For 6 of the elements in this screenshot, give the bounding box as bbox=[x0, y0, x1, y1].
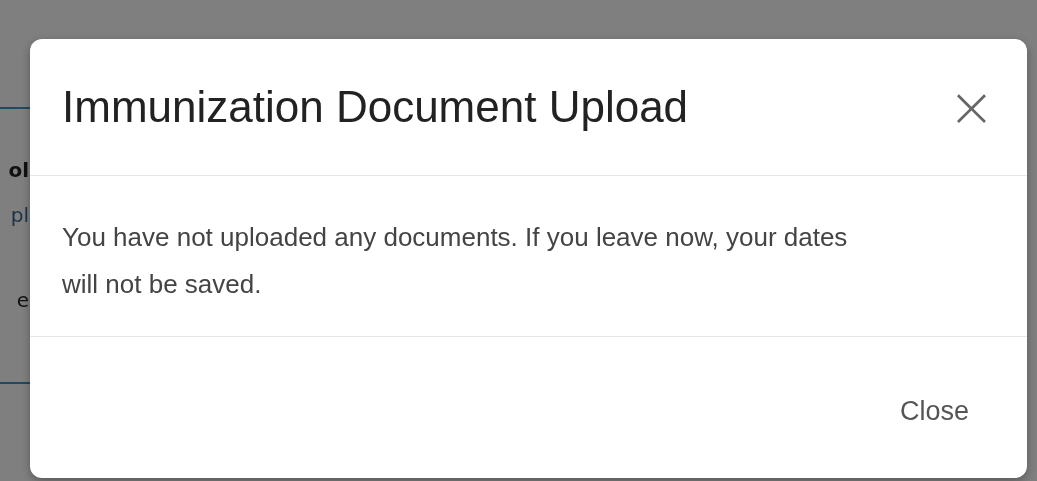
page-text: e bbox=[16, 290, 29, 310]
close-button[interactable]: Close bbox=[893, 390, 975, 433]
dialog-title: Immunization Document Upload bbox=[62, 82, 689, 132]
dialog-message: You have not uploaded any documents. If you leave now, your dates will not be saved. bbox=[62, 221, 849, 301]
page-text: ol bbox=[8, 160, 29, 180]
page-text: pl bbox=[10, 205, 29, 225]
